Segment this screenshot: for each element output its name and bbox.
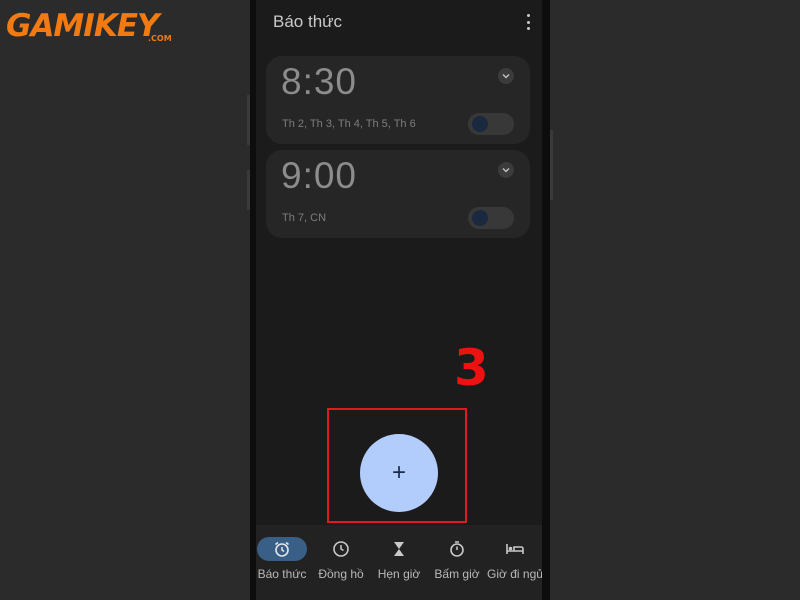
nav-item-timer[interactable]: Hẹn giờ [368,525,430,600]
bottom-navigation: Báo thức Đồng hồ Hẹn giờ Bấm giờ Giờ đi … [256,525,542,600]
side-button-left-bottom [247,170,250,210]
nav-item-bedtime[interactable]: Giờ đi ngủ [484,525,542,600]
nav-item-clock[interactable]: Đồng hồ [310,525,372,600]
alarm-toggle[interactable] [468,207,514,229]
nav-label: Báo thức [257,567,307,581]
alarm-time[interactable]: 9:00 [281,155,357,197]
chevron-down-icon[interactable] [498,68,514,84]
stopwatch-icon [432,537,482,561]
logo-domain: .COM [148,34,172,43]
page-title: Báo thức [273,12,343,31]
step-number: 3 [454,339,489,397]
highlight-box [327,408,467,523]
alarm-card[interactable]: 9:00 Th 7, CN [266,150,530,238]
hourglass-icon [374,537,424,561]
bed-icon [490,537,540,561]
nav-label: Đồng hồ [318,567,364,581]
gamikey-logo: GAMIKEY .COM [6,6,172,46]
alarm-icon [257,537,307,561]
alarm-days: Th 7, CN [282,212,327,224]
nav-label: Giờ đi ngủ [487,567,542,581]
alarm-days: Th 2, Th 3, Th 4, Th 5, Th 6 [282,118,416,130]
logo-text: GAMIKEY [6,8,159,44]
clock-icon [316,537,366,561]
nav-item-stopwatch[interactable]: Bấm giờ [426,525,488,600]
alarm-time[interactable]: 8:30 [281,61,357,103]
side-button-left-top [247,95,250,145]
alarm-card[interactable]: 8:30 Th 2, Th 3, Th 4, Th 5, Th 6 [266,56,530,144]
side-button-right [550,130,553,200]
chevron-down-icon[interactable] [498,162,514,178]
nav-item-alarm[interactable]: Báo thức [256,525,313,600]
nav-label: Bấm giờ [434,567,480,581]
nav-label: Hẹn giờ [377,567,421,581]
more-options-icon[interactable] [524,14,532,30]
alarm-toggle[interactable] [468,113,514,135]
